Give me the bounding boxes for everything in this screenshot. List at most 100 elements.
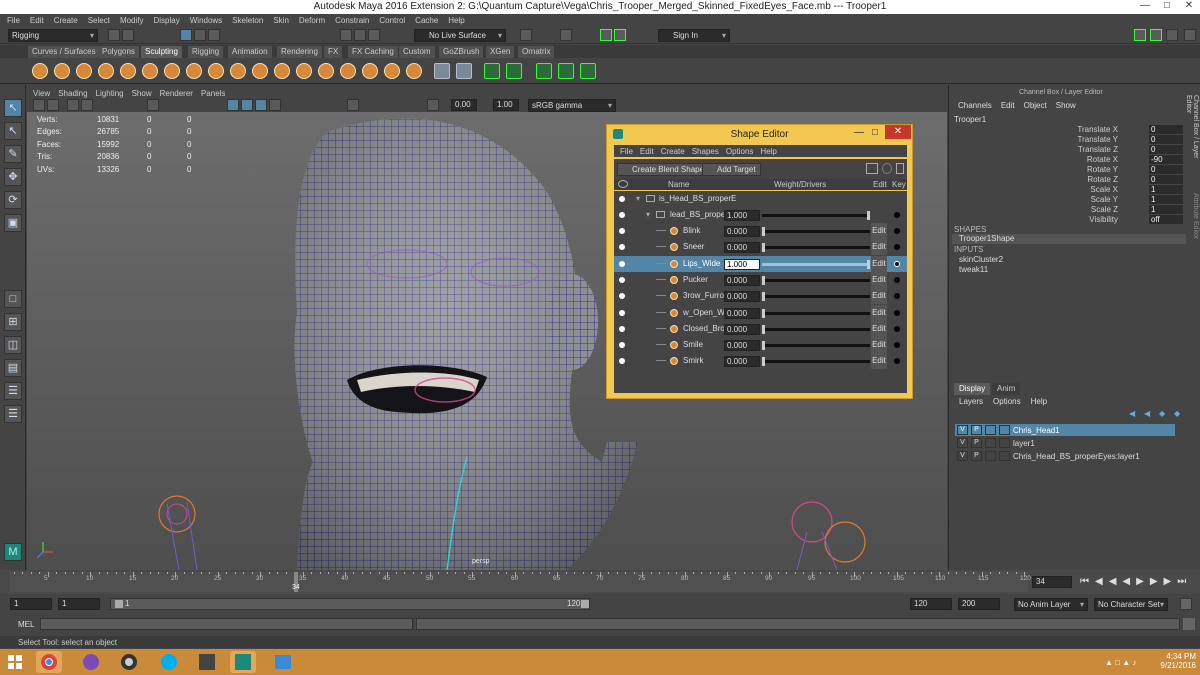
new-layer-icon[interactable]: ◆ <box>1159 409 1169 418</box>
image-plane-icon[interactable] <box>67 99 79 111</box>
expand-chevron-icon[interactable]: ▾ <box>636 194 640 203</box>
input-node-tweak[interactable]: tweak11 <box>959 265 988 274</box>
sublime-icon[interactable] <box>194 651 220 673</box>
live-surface-field[interactable]: No Live Surface <box>414 29 506 42</box>
webcam-app-icon[interactable] <box>116 651 142 673</box>
knife-tool-icon[interactable] <box>318 63 334 79</box>
colorspace-dropdown[interactable]: sRGB gamma <box>528 99 616 112</box>
shape-node[interactable]: Trooper1Shape <box>952 234 1186 244</box>
target-weight-field[interactable]: 0.000 <box>724 226 760 237</box>
layer-playback-toggle[interactable]: P <box>971 438 982 448</box>
maximize-icon[interactable]: □ <box>868 127 882 138</box>
smooth-shade-toggle-icon[interactable] <box>558 63 574 79</box>
range-end-handle[interactable] <box>581 600 589 608</box>
attribute-value-field[interactable]: 1 <box>1149 205 1183 214</box>
target-row[interactable]: Pucker 0.000 Edit <box>614 271 907 288</box>
render-current-icon[interactable] <box>520 29 532 41</box>
mel-label[interactable]: MEL <box>18 620 34 629</box>
menu-skeleton[interactable]: Skeleton <box>232 16 263 25</box>
shelf-tab-custom[interactable]: Custom <box>399 46 435 58</box>
refresh-icon[interactable] <box>882 163 892 174</box>
single-perspective-layout-icon[interactable]: □ <box>4 290 22 308</box>
attribute-value-field[interactable]: 0 <box>1149 135 1183 144</box>
input-node-skincluster[interactable]: skinCluster2 <box>959 255 1003 264</box>
scrape-tool-icon[interactable] <box>274 63 290 79</box>
target-weight-field[interactable]: 0.000 <box>724 242 760 254</box>
target-row[interactable]: Blink 0.000 Edit <box>614 223 907 239</box>
menu-constrain[interactable]: Constrain <box>335 16 369 25</box>
attribute-row[interactable]: Scale Y 1 <box>949 195 1183 205</box>
gamma-field[interactable]: 1.00 <box>493 99 519 111</box>
sign-in-dropdown[interactable]: Sign In <box>658 29 730 42</box>
wireframe-on-shaded-icon[interactable] <box>227 99 239 111</box>
layer-color-swatch[interactable] <box>999 425 1010 435</box>
cb-menu-show[interactable]: Show <box>1056 101 1076 110</box>
right-rig-controls[interactable] <box>791 501 866 570</box>
side-tab-attribute-editor[interactable]: Attribute Editor <box>1189 193 1199 253</box>
attribute-row[interactable]: Rotate Z 0 <box>949 175 1183 185</box>
camera-attributes-icon[interactable] <box>33 99 45 111</box>
attribute-row[interactable]: Rotate Y 0 <box>949 165 1183 175</box>
layer-menu-options[interactable]: Options <box>993 397 1021 406</box>
select-by-object-icon[interactable] <box>194 29 206 41</box>
target-edit-button[interactable]: Edit <box>871 288 887 305</box>
stamp-image-icon[interactable] <box>456 63 472 79</box>
move-layer-down-icon[interactable]: ◀ <box>1144 409 1154 418</box>
grab-tool-icon[interactable] <box>98 63 114 79</box>
wax-tool-icon[interactable] <box>252 63 268 79</box>
camera-bookmark-icon[interactable] <box>47 99 59 111</box>
target-weight-slider[interactable] <box>762 341 870 351</box>
command-input[interactable] <box>40 618 413 630</box>
attribute-row[interactable]: Rotate X -90 <box>949 155 1183 165</box>
key-icon[interactable] <box>894 358 900 365</box>
shape-editor-titlebar[interactable]: Shape Editor — □ ✕ <box>607 125 912 142</box>
key-icon[interactable] <box>894 325 900 332</box>
camera-toggle-icon[interactable] <box>484 63 500 79</box>
menu-file[interactable]: File <box>7 16 20 25</box>
expand-chevron-icon[interactable]: ▾ <box>646 210 650 219</box>
skype-icon[interactable] <box>156 651 182 673</box>
auto-key-icon[interactable] <box>1180 598 1192 610</box>
bulge-tool-icon[interactable] <box>362 63 378 79</box>
layer-type-toggle[interactable] <box>985 451 996 461</box>
create-blend-shape-button[interactable]: Create Blend Shape <box>617 163 710 176</box>
layer-row[interactable]: V P Chris_Head1 <box>955 424 1175 436</box>
relax-tool-icon[interactable] <box>76 63 92 79</box>
time-slider[interactable]: 5 10 15 20 25 30 35 40 45 50 55 60 65 70 75 80 85 90 95 100… <box>0 570 1200 594</box>
purple-app-icon[interactable] <box>78 651 104 673</box>
viewport-menu-renderer[interactable]: Renderer <box>160 89 193 98</box>
layer-playback-toggle[interactable]: P <box>971 425 982 435</box>
shelf-tab-fx[interactable]: FX <box>324 46 343 58</box>
select-by-component-icon[interactable] <box>208 29 220 41</box>
key-icon[interactable] <box>894 228 900 234</box>
key-icon[interactable] <box>894 309 900 316</box>
shelf-tab-rigging[interactable]: Rigging <box>188 46 224 58</box>
delete-icon[interactable] <box>896 163 904 174</box>
target-weight-slider[interactable] <box>762 243 870 253</box>
range-start-handle[interactable] <box>115 600 123 608</box>
head-mesh[interactable] <box>294 118 637 571</box>
attribute-row[interactable]: Scale X 1 <box>949 185 1183 195</box>
shelf-tab-xgen[interactable]: XGen <box>486 46 515 58</box>
target-row[interactable]: 3row_Furrow 0.000 Edit <box>614 288 907 305</box>
go-to-end-icon[interactable]: ⏭ <box>1177 576 1186 587</box>
sculpt-settings-icon[interactable] <box>434 63 450 79</box>
target-weight-slider[interactable] <box>762 308 870 318</box>
slider-handle[interactable] <box>762 227 765 236</box>
target-weight-slider[interactable] <box>762 324 870 334</box>
xray-icon[interactable] <box>347 99 359 111</box>
scale-tool-icon[interactable]: ▣ <box>4 214 22 232</box>
attribute-row[interactable]: Translate Z 0 <box>949 145 1183 155</box>
viewport-menu-view[interactable]: View <box>33 89 50 98</box>
layer-visibility-toggle[interactable]: V <box>957 425 968 435</box>
clock[interactable]: 4:34 PM 9/21/2016 <box>1152 652 1196 670</box>
new-layer-from-selected-icon[interactable]: ◆ <box>1174 409 1184 418</box>
toggle-tool-settings-icon[interactable] <box>1150 29 1162 41</box>
visibility-toggle[interactable] <box>619 212 625 218</box>
target-weight-slider[interactable] <box>762 275 870 285</box>
layer-row[interactable]: V Player1 <box>955 437 1175 449</box>
key-icon[interactable] <box>894 293 900 300</box>
rotate-tool-icon[interactable]: ⟳ <box>4 191 22 209</box>
viewport-menu-shading[interactable]: Shading <box>58 89 87 98</box>
settings-icon[interactable] <box>1184 29 1196 41</box>
